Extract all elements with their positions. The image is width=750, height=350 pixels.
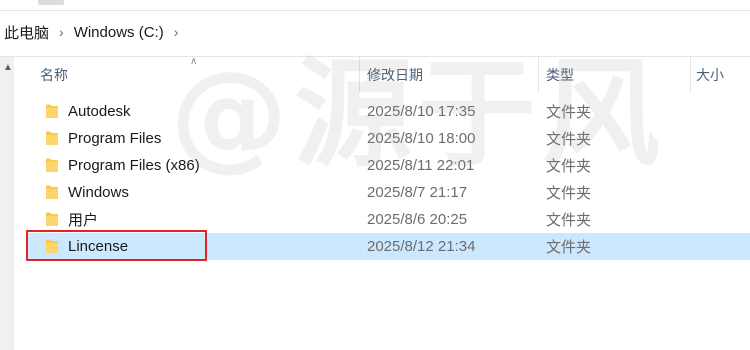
folder-icon xyxy=(46,185,58,199)
column-header-bar: ∧ 名称 修改日期 类型 大小 xyxy=(14,56,750,93)
file-date: 2025/8/7 21:17 xyxy=(367,184,468,201)
file-date: 2025/8/10 18:00 xyxy=(367,130,476,147)
file-date: 2025/8/6 20:25 xyxy=(367,211,468,228)
breadcrumb-this-pc[interactable]: 此电脑 xyxy=(0,22,53,43)
chevron-right-icon[interactable]: › xyxy=(53,24,70,40)
column-header-type[interactable]: 类型 xyxy=(546,57,574,93)
column-header-name[interactable]: 名称 xyxy=(40,57,68,93)
file-name: Windows xyxy=(68,184,129,201)
highlight-annotation-box xyxy=(26,230,207,261)
file-row-users[interactable]: 用户 2025/8/6 20:25 文件夹 xyxy=(26,206,750,233)
column-header-date[interactable]: 修改日期 xyxy=(367,57,423,93)
ribbon-tab-fragment xyxy=(38,0,64,5)
file-row-windows[interactable]: Windows 2025/8/7 21:17 文件夹 xyxy=(26,179,750,206)
chevron-right-icon[interactable]: › xyxy=(168,24,185,40)
file-row-program-files[interactable]: Program Files 2025/8/10 18:00 文件夹 xyxy=(26,125,750,152)
column-divider[interactable] xyxy=(359,57,360,93)
file-type: 文件夹 xyxy=(546,104,592,121)
column-header-size[interactable]: 大小 xyxy=(696,57,724,93)
nav-pane-scrollbar[interactable]: ▲ xyxy=(0,57,14,350)
file-row-autodesk[interactable]: Autodesk 2025/8/10 17:35 文件夹 xyxy=(26,98,750,125)
file-name: 用户 xyxy=(68,212,99,229)
file-explorer-window: 此电脑 › Windows (C:) › ▲ ∧ 名称 修改日期 类型 大小 A… xyxy=(0,0,750,350)
file-type: 文件夹 xyxy=(546,185,592,202)
file-type: 文件夹 xyxy=(546,239,592,256)
column-divider[interactable] xyxy=(690,57,691,93)
folder-icon xyxy=(46,131,58,145)
file-date: 2025/8/10 17:35 xyxy=(367,103,476,120)
file-date: 2025/8/11 22:01 xyxy=(367,157,475,174)
ribbon-edge xyxy=(0,0,750,11)
column-divider[interactable] xyxy=(538,57,539,93)
file-date: 2025/8/12 21:34 xyxy=(367,238,476,255)
file-type: 文件夹 xyxy=(546,158,592,175)
file-name: Program Files xyxy=(68,130,162,147)
scroll-up-arrow-icon[interactable]: ▲ xyxy=(3,62,13,73)
folder-icon xyxy=(46,104,58,118)
file-name: Autodesk xyxy=(68,103,131,120)
breadcrumb[interactable]: 此电脑 › Windows (C:) › xyxy=(0,14,750,50)
folder-icon xyxy=(46,158,58,172)
folder-icon xyxy=(46,212,58,226)
file-type: 文件夹 xyxy=(546,212,592,229)
sort-ascending-icon: ∧ xyxy=(190,56,198,67)
file-type: 文件夹 xyxy=(546,131,592,148)
file-row-program-files-x86[interactable]: Program Files (x86) 2025/8/11 22:01 文件夹 xyxy=(26,152,750,179)
breadcrumb-windows-c[interactable]: Windows (C:) xyxy=(70,24,168,41)
file-name: Program Files (x86) xyxy=(68,157,200,174)
